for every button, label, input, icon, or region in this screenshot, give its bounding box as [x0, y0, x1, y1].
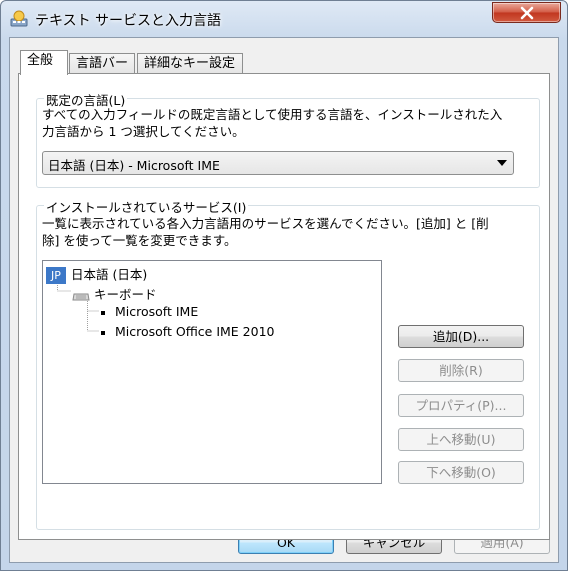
tree-item-keyboard[interactable]: キーボード: [72, 284, 157, 303]
default-language-select[interactable]: 日本語 (日本) - Microsoft IME: [42, 151, 514, 175]
tree-item-service[interactable]: Microsoft Office IME 2010: [101, 324, 274, 339]
installed-services-description: 一覧に表示されている各入力言語用のサービスを選んでください。[追加] と [削 …: [42, 215, 542, 249]
close-button[interactable]: [492, 2, 561, 23]
tab-advanced-key-settings[interactable]: 詳細なキー設定: [137, 53, 243, 75]
tree-category-label: キーボード: [94, 287, 157, 302]
move-up-button[interactable]: 上へ移動(U): [398, 428, 524, 451]
add-button[interactable]: 追加(D)...: [398, 325, 524, 348]
close-x-icon: [520, 6, 534, 20]
tree-service-label: Microsoft IME: [115, 304, 199, 319]
default-language-selected-value: 日本語 (日本) - Microsoft IME: [48, 158, 220, 173]
default-language-description: すべての入力フィールドの既定言語として使用する言語を、インストールされた入 力言…: [42, 106, 542, 140]
installed-services-description-line1: 一覧に表示されている各入力言語用のサービスを選んでください。[追加] と [削: [42, 216, 489, 231]
chevron-down-icon: [497, 160, 507, 166]
tree-item-service[interactable]: Microsoft IME: [101, 304, 198, 319]
tab-page-general: 既定の言語(L) すべての入力フィールドの既定言語として使用する言語を、インスト…: [18, 73, 550, 540]
dialog-client-area: 全般 言語バー 詳細なキー設定 既定の言語(L) すべての入力フィールドの既定言…: [9, 37, 559, 563]
installed-services-label: インストールされているサービス(I): [44, 197, 249, 216]
services-tree[interactable]: JP 日本語 (日本) キーボード Microsoft IME Microsoft…: [42, 260, 382, 484]
title-bar[interactable]: テキスト サービスと入力言語: [1, 1, 567, 37]
properties-button[interactable]: プロパティ(P)...: [398, 394, 524, 417]
keyboard-icon: [72, 293, 90, 300]
installed-services-description-line2: 除] を使って一覧を変更できます。: [42, 233, 237, 248]
move-down-button[interactable]: 下へ移動(O): [398, 461, 524, 484]
bullet-icon: [101, 310, 105, 315]
window-title: テキスト サービスと入力言語: [35, 13, 222, 29]
text-services-icon: [9, 8, 29, 28]
bullet-icon: [101, 330, 105, 335]
tree-item-language[interactable]: JP 日本語 (日本): [46, 264, 147, 284]
remove-button[interactable]: 削除(R): [398, 359, 524, 382]
default-language-description-line1: すべての入力フィールドの既定言語として使用する言語を、インストールされた入: [42, 107, 503, 122]
tab-language-bar[interactable]: 言語バー: [69, 53, 135, 75]
language-badge: JP: [46, 267, 66, 284]
tab-general[interactable]: 全般: [20, 50, 68, 75]
tree-language-label: 日本語 (日本): [71, 267, 148, 282]
tree-service-label: Microsoft Office IME 2010: [115, 324, 275, 339]
default-language-description-line2: 力言語から 1 つ選択してください。: [42, 124, 245, 139]
dialog-window: テキスト サービスと入力言語 全般 言語バー 詳細なキー設定 既定の言語(L) …: [0, 0, 568, 571]
